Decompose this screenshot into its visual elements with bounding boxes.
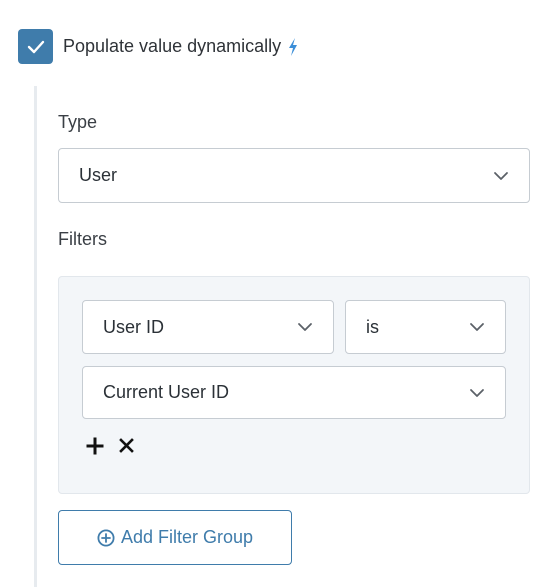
add-filter-group-button[interactable]: Add Filter Group <box>58 510 292 565</box>
chevron-down-icon <box>469 322 485 332</box>
chevron-down-icon <box>469 388 485 398</box>
filter-operator-select[interactable]: is <box>345 300 506 354</box>
dynamic-value-panel: Populate value dynamically Type User Fil… <box>0 0 550 587</box>
lightning-bolt-icon <box>287 37 299 57</box>
type-label: Type <box>58 112 98 132</box>
plus-circle-icon <box>97 529 115 547</box>
filters-label: Filters <box>58 229 107 249</box>
filter-value-text: Current User ID <box>103 382 230 402</box>
chevron-down-icon <box>297 322 313 332</box>
filter-field-value: User ID <box>103 316 165 337</box>
populate-dynamic-label: Populate value dynamically <box>63 36 282 56</box>
check-icon <box>27 40 44 53</box>
add-filter-group-label: Add Filter Group <box>120 527 254 547</box>
indent-guide-line <box>34 86 37 587</box>
populate-dynamic-row: Populate value dynamically <box>18 29 299 64</box>
type-select-value: User <box>79 165 118 185</box>
plus-icon[interactable] <box>86 437 104 455</box>
close-icon[interactable] <box>119 438 134 453</box>
filter-field-select[interactable]: User ID <box>82 300 334 354</box>
filter-value-select[interactable]: Current User ID <box>82 366 506 419</box>
filter-operator-value: is <box>366 316 379 337</box>
populate-dynamic-checkbox[interactable] <box>18 29 53 64</box>
chevron-down-icon <box>493 171 509 181</box>
type-select[interactable]: User <box>58 148 530 203</box>
